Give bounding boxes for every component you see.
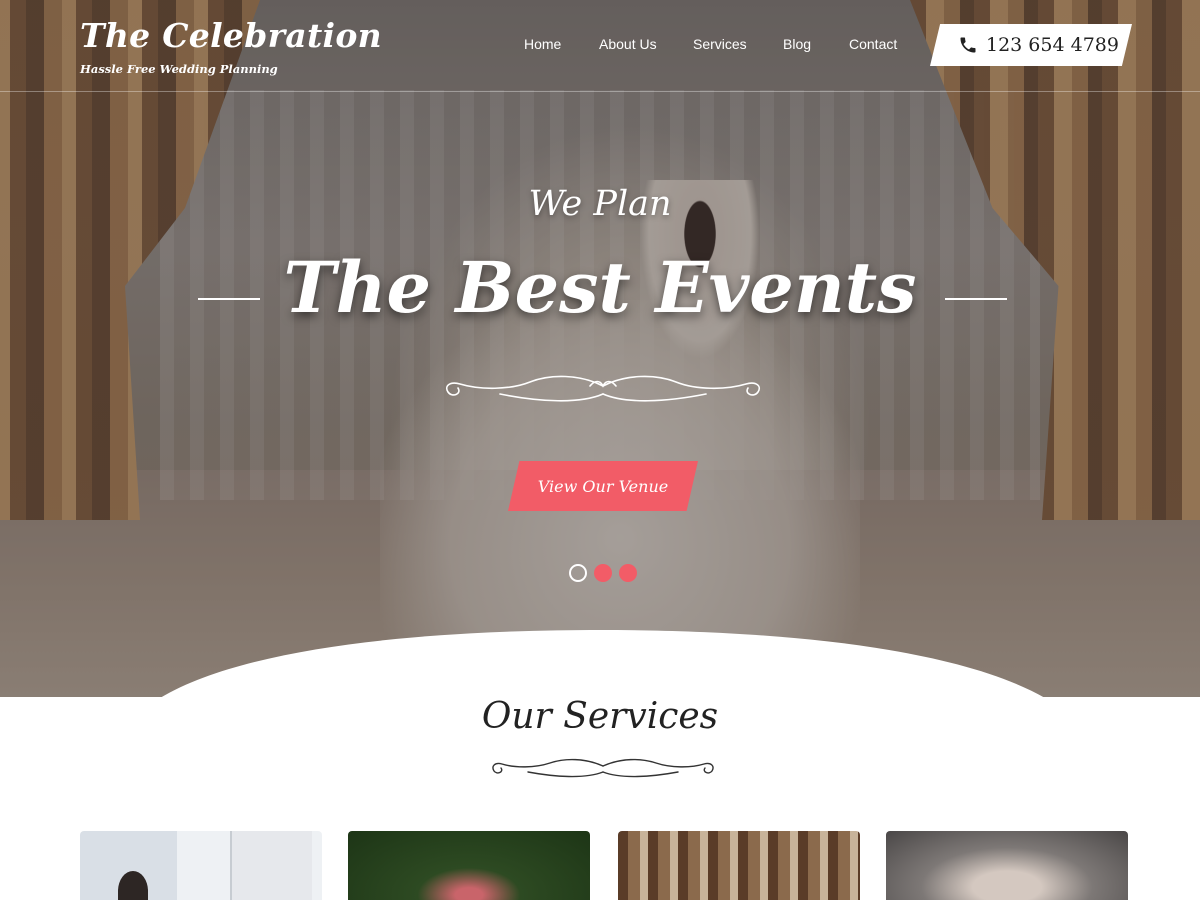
phone-number: 123 654 4789	[986, 34, 1119, 56]
site-header: The Celebration Hassle Free Wedding Plan…	[0, 0, 1200, 92]
nav-home[interactable]: Home	[524, 36, 561, 52]
slider-dot-3[interactable]	[619, 564, 637, 582]
view-venue-button[interactable]: View Our Venue	[508, 461, 698, 511]
nav-services[interactable]: Services	[693, 36, 747, 52]
service-card-4[interactable]	[886, 831, 1128, 900]
phone-icon	[960, 37, 976, 53]
hero-curve-divider	[160, 630, 1045, 698]
site-title[interactable]: The Celebration	[80, 16, 382, 55]
services-heading: Our Services	[481, 696, 719, 737]
nav-blog[interactable]: Blog	[783, 36, 811, 52]
hero-title: The Best Events	[283, 246, 917, 329]
service-card-1[interactable]	[80, 831, 322, 900]
hero-divider-right	[945, 298, 1007, 300]
slider-dot-1[interactable]	[569, 564, 587, 582]
hero-content: We Plan The Best Events View Our Venue	[0, 0, 1200, 697]
site-tagline: Hassle Free Wedding Planning	[80, 62, 278, 76]
services-flourish-icon	[492, 758, 714, 778]
nav-contact[interactable]: Contact	[849, 36, 897, 52]
phone-button[interactable]: 123 654 4789	[930, 24, 1132, 66]
hero-subtitle: We Plan	[528, 184, 672, 224]
service-card-3[interactable]	[618, 831, 860, 900]
slider-dot-2[interactable]	[594, 564, 612, 582]
nav-about-us[interactable]: About Us	[599, 36, 657, 52]
flourish-ornament-icon	[445, 375, 761, 402]
service-card-2[interactable]	[348, 831, 590, 900]
